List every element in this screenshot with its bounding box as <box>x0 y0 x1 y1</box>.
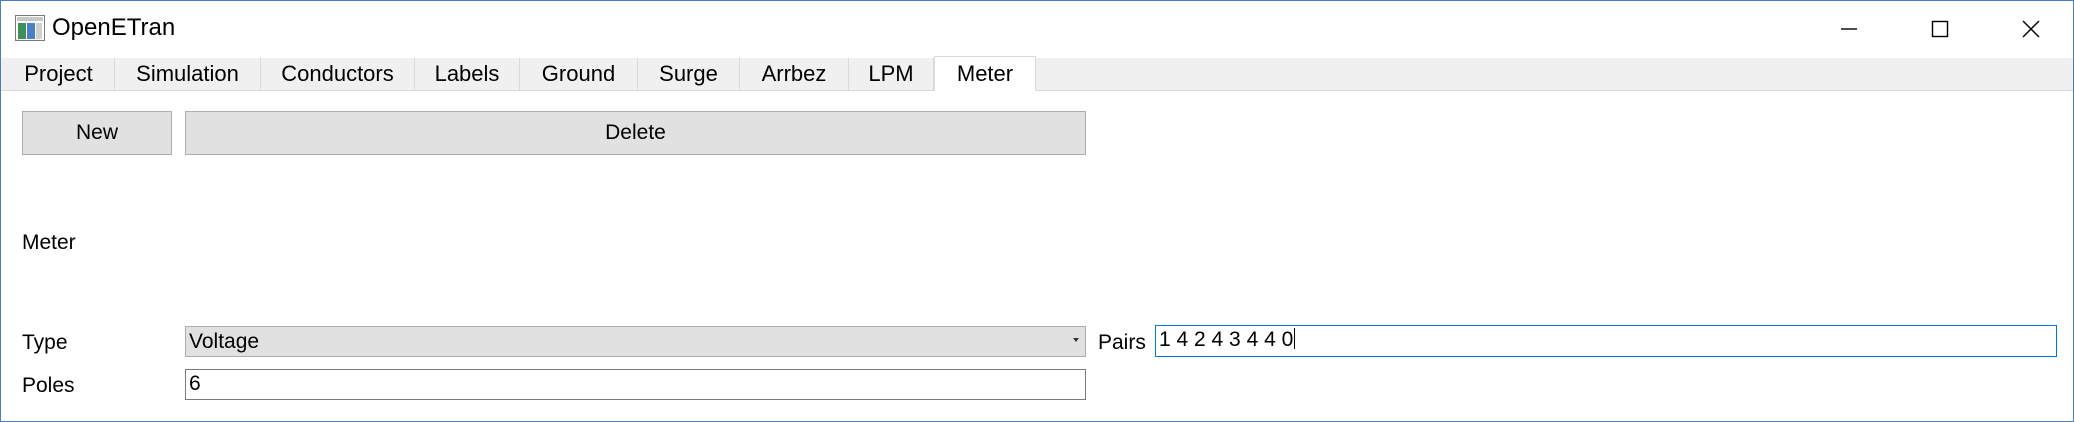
title-bar[interactable]: OpenETran <box>1 1 2073 58</box>
close-icon <box>2022 20 2040 38</box>
minimize-button[interactable] <box>1803 1 1895 57</box>
tab-label: Meter <box>956 60 1014 86</box>
pairs-field[interactable]: 1 4 2 4 3 4 4 0 <box>1155 325 2057 357</box>
poles-field-value: 6 <box>189 372 201 395</box>
pairs-field-value: 1 4 2 4 3 4 4 0 <box>1159 328 1294 351</box>
tab-label: Simulation <box>136 61 239 86</box>
tab-surge[interactable]: Surge <box>638 58 740 90</box>
poles-field[interactable]: 6 <box>185 369 1086 400</box>
tab-label: LPM <box>868 61 914 86</box>
pairs-label: Pairs <box>1098 331 1146 354</box>
close-button[interactable] <box>1985 1 2074 57</box>
new-button[interactable]: New <box>22 111 172 155</box>
window-title: OpenETran <box>52 14 176 41</box>
tab-meter[interactable]: Meter <box>934 56 1036 91</box>
tab-conductors[interactable]: Conductors <box>261 58 415 90</box>
tab-label: Arrbez <box>761 61 827 86</box>
chevron-down-icon <box>1073 338 1079 342</box>
tab-labels[interactable]: Labels <box>415 58 520 90</box>
tab-label: Ground <box>541 61 616 86</box>
tab-label: Labels <box>434 61 500 86</box>
app-icon <box>15 15 45 41</box>
tab-simulation[interactable]: Simulation <box>115 58 261 90</box>
delete-button[interactable]: Delete <box>185 111 1086 155</box>
minimize-icon <box>1841 28 1857 30</box>
type-dropdown-value: Voltage <box>189 330 260 353</box>
type-label: Type <box>22 331 68 354</box>
maximize-icon <box>1931 20 1949 38</box>
tab-arrbez[interactable]: Arrbez <box>740 58 849 90</box>
tab-label: Conductors <box>281 61 394 86</box>
tab-bar: Project Simulation Conductors Labels Gro… <box>1 56 2073 91</box>
maximize-button[interactable] <box>1894 1 1986 57</box>
app-window: OpenETran Project Simulation Conductors … <box>0 0 2074 422</box>
meter-panel: New Delete Meter Type Voltage Pairs 1 4 … <box>1 91 2073 421</box>
poles-label: Poles <box>22 374 75 397</box>
tab-lpm[interactable]: LPM <box>849 58 934 90</box>
meter-section-label: Meter <box>22 231 76 254</box>
text-caret <box>1294 328 1296 349</box>
tab-label: Project <box>24 61 93 86</box>
tab-ground[interactable]: Ground <box>520 58 638 90</box>
tab-label: Surge <box>659 61 718 86</box>
type-dropdown[interactable]: Voltage <box>185 326 1086 357</box>
tab-project[interactable]: Project <box>3 58 115 90</box>
